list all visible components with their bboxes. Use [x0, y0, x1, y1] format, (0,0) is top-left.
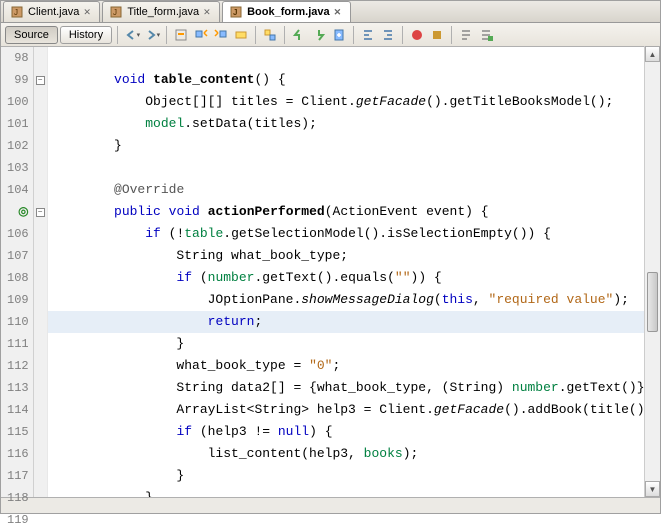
line-number: 101 [7, 113, 29, 135]
code-line: list_content(help3, books); [48, 443, 660, 465]
line-number: 104 [7, 179, 29, 201]
line-number: 98 [7, 47, 29, 69]
code-line: ArrayList<String> help3 = Client.getFaca… [48, 399, 660, 421]
find-prev-icon[interactable] [192, 26, 210, 44]
override-glyph-icon[interactable]: ◎ [7, 201, 29, 223]
prev-bookmark-icon[interactable] [290, 26, 308, 44]
tab-bookform[interactable]: J Book_form.java ✕ [222, 1, 351, 22]
editor-tabs: J Client.java ✕ J Title_form.java ✕ J Bo… [1, 1, 660, 23]
code-line: String what_book_type; [48, 245, 660, 267]
code-line: String data2[] = {what_book_type, (Strin… [48, 377, 660, 399]
history-view-button[interactable]: History [60, 26, 112, 44]
code-line: Object[][] titles = Client.getFacade().g… [48, 91, 660, 113]
toggle-bookmark-icon[interactable] [330, 26, 348, 44]
scroll-down-button[interactable]: ▼ [645, 481, 660, 497]
line-number: 107 [7, 245, 29, 267]
line-number: 100 [7, 91, 29, 113]
code-area[interactable]: void table_content() { Object[][] titles… [48, 47, 660, 497]
separator [353, 26, 354, 44]
find-next-icon[interactable] [212, 26, 230, 44]
code-line: public void actionPerformed(ActionEvent … [48, 201, 660, 223]
code-line: model.setData(titles); [48, 113, 660, 135]
close-icon[interactable]: ✕ [334, 7, 344, 17]
line-number: 109 [7, 289, 29, 311]
code-line: if (number.getText().equals("")) { [48, 267, 660, 289]
shift-right-icon[interactable] [379, 26, 397, 44]
svg-text:J: J [233, 8, 237, 17]
separator [255, 26, 256, 44]
separator [166, 26, 167, 44]
vertical-scrollbar[interactable]: ▲ ▼ [644, 46, 660, 497]
line-number: 117 [7, 465, 29, 487]
status-bar [1, 497, 660, 513]
line-number: 110 [7, 311, 29, 333]
scroll-thumb[interactable] [647, 272, 658, 332]
code-line: } [48, 135, 660, 157]
line-number: 113 [7, 377, 29, 399]
code-line-current: return; [48, 311, 660, 333]
line-number-gutter[interactable]: 98 99 100 101 102 103 104 ◎ 106 107 108 … [1, 47, 34, 497]
line-number: 112 [7, 355, 29, 377]
separator [284, 26, 285, 44]
code-line: void table_content() { [48, 69, 660, 91]
fold-toggle-icon[interactable]: − [36, 208, 45, 217]
java-file-icon: J [10, 5, 24, 19]
next-bookmark-icon[interactable] [310, 26, 328, 44]
source-view-button[interactable]: Source [5, 26, 58, 44]
code-line: if (!table.getSelectionModel().isSelecti… [48, 223, 660, 245]
scroll-track[interactable] [645, 62, 660, 481]
code-line: JOptionPane.showMessageDialog(this, "req… [48, 289, 660, 311]
code-line: } [48, 465, 660, 487]
line-number: 115 [7, 421, 29, 443]
line-number: 108 [7, 267, 29, 289]
nav-back-icon[interactable]: ▾ [123, 26, 141, 44]
fold-toggle-icon[interactable]: − [36, 76, 45, 85]
close-icon[interactable]: ✕ [83, 7, 93, 17]
separator [117, 26, 118, 44]
separator [451, 26, 452, 44]
scroll-up-button[interactable]: ▲ [645, 46, 660, 62]
line-number: 111 [7, 333, 29, 355]
code-line: if (help3 != null) { [48, 421, 660, 443]
toggle-highlight-icon[interactable] [232, 26, 250, 44]
java-file-icon: J [229, 5, 243, 19]
macro-record-icon[interactable] [408, 26, 426, 44]
line-number: 116 [7, 443, 29, 465]
macro-stop-icon[interactable] [428, 26, 446, 44]
shift-left-icon[interactable] [359, 26, 377, 44]
separator [402, 26, 403, 44]
uncomment-icon[interactable] [477, 26, 495, 44]
line-number: 114 [7, 399, 29, 421]
code-line: @Override [48, 179, 660, 201]
line-number: 106 [7, 223, 29, 245]
code-editor[interactable]: 98 99 100 101 102 103 104 ◎ 106 107 108 … [1, 47, 660, 497]
java-file-icon: J [109, 5, 123, 19]
code-line: } [48, 333, 660, 355]
fold-gutter: − − [34, 47, 48, 497]
close-icon[interactable]: ✕ [203, 7, 213, 17]
svg-text:J: J [113, 8, 117, 17]
line-number: 103 [7, 157, 29, 179]
refactor-icon[interactable] [261, 26, 279, 44]
code-line: what_book_type = "0"; [48, 355, 660, 377]
svg-text:J: J [14, 8, 18, 17]
code-line [48, 47, 660, 69]
code-line: } [48, 487, 660, 497]
comment-icon[interactable] [457, 26, 475, 44]
nav-fwd-icon[interactable]: ▾ [143, 26, 161, 44]
tab-label: Book_form.java [247, 6, 330, 18]
code-line [48, 157, 660, 179]
editor-toolbar: Source History ▾ ▾ [1, 23, 660, 47]
line-number: 102 [7, 135, 29, 157]
line-number: 99 [7, 69, 29, 91]
line-number: 118 [7, 487, 29, 509]
find-selection-icon[interactable] [172, 26, 190, 44]
tab-label: Title_form.java [127, 6, 199, 18]
tab-titleform[interactable]: J Title_form.java ✕ [102, 1, 220, 22]
tab-client[interactable]: J Client.java ✕ [3, 1, 100, 22]
tab-label: Client.java [28, 6, 79, 18]
line-number: 119 [7, 509, 29, 531]
